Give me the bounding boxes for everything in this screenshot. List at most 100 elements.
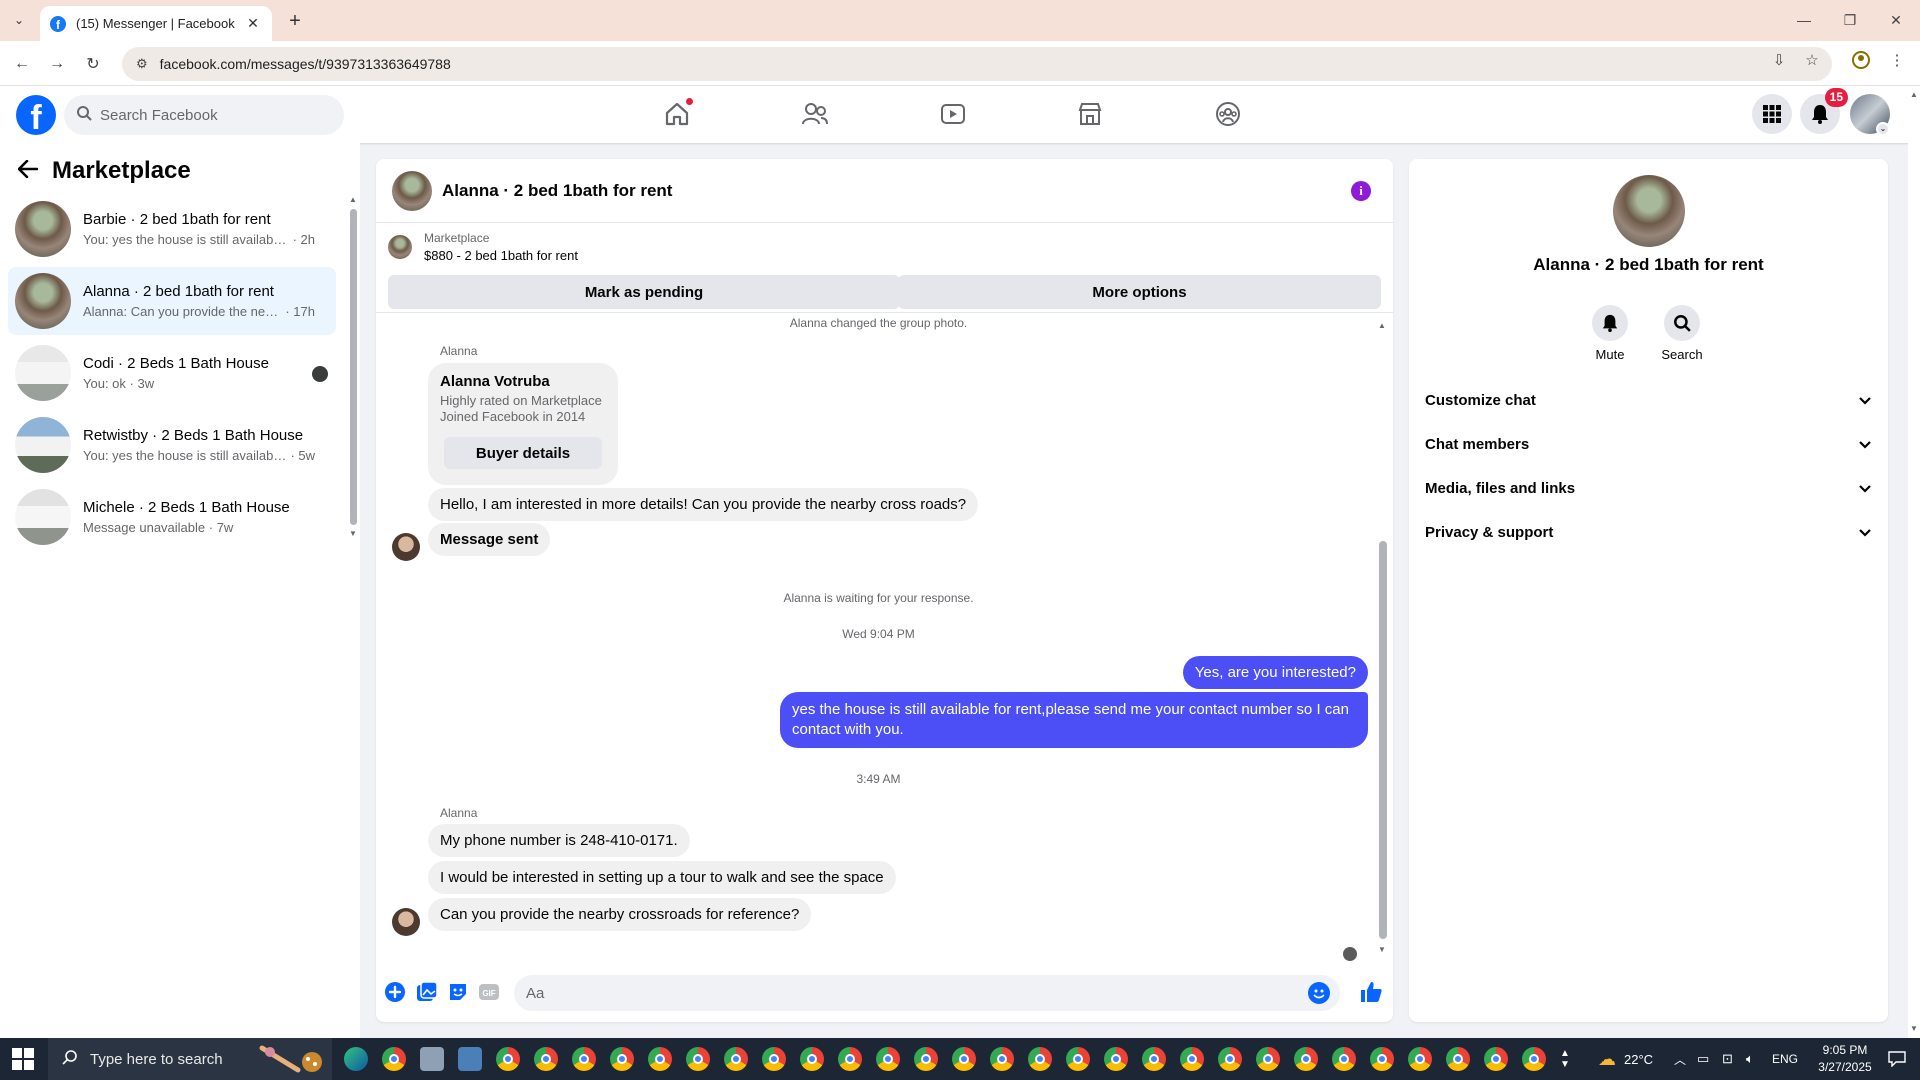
- chrome-taskbar-icon[interactable]: [1484, 1047, 1508, 1071]
- url-text[interactable]: facebook.com/messages/t/9397313363649788: [160, 56, 451, 72]
- meet-now-icon[interactable]: ▭: [1697, 1038, 1709, 1080]
- chrome-taskbar-icon[interactable]: [762, 1047, 786, 1071]
- outgoing-message[interactable]: yes the house is still available for ren…: [780, 692, 1368, 748]
- scroll-up-icon[interactable]: ▲: [349, 195, 357, 204]
- chrome-taskbar-icon[interactable]: [838, 1047, 862, 1071]
- chrome-taskbar-icon[interactable]: [648, 1047, 672, 1071]
- chrome-taskbar-icon[interactable]: [534, 1047, 558, 1071]
- nav-video-icon[interactable]: [938, 99, 968, 129]
- search-input[interactable]: [100, 106, 320, 124]
- file-explorer-taskbar-icon[interactable]: [458, 1047, 482, 1071]
- volume-icon[interactable]: 🔈︎: [1746, 1038, 1754, 1080]
- network-icon[interactable]: ⊡: [1722, 1038, 1733, 1080]
- edge-taskbar-icon[interactable]: [344, 1047, 368, 1071]
- chrome-taskbar-icon[interactable]: [876, 1047, 900, 1071]
- sidebar-scrollbar[interactable]: ▲ ▼: [349, 195, 357, 538]
- chrome-taskbar-icon[interactable]: [1256, 1047, 1280, 1071]
- chrome-taskbar-icon[interactable]: [572, 1047, 596, 1071]
- scroll-up-icon[interactable]: ▲: [1378, 321, 1386, 330]
- chat-members-section[interactable]: Chat members: [1425, 426, 1871, 462]
- chrome-taskbar-icon[interactable]: [1332, 1047, 1356, 1071]
- app-taskbar-icon[interactable]: [420, 1047, 444, 1071]
- weather-widget[interactable]: ☁ 22°C: [1598, 1038, 1653, 1080]
- new-tab-button[interactable]: +: [282, 9, 308, 33]
- chrome-taskbar-icon[interactable]: [686, 1047, 710, 1071]
- mute-button[interactable]: Mute: [1580, 305, 1640, 362]
- search-in-conversation-button[interactable]: Search: [1652, 305, 1712, 362]
- install-app-icon[interactable]: ⇩: [1766, 47, 1792, 73]
- media-files-links-section[interactable]: Media, files and links: [1425, 470, 1871, 506]
- chrome-taskbar-icon[interactable]: [1066, 1047, 1090, 1071]
- facebook-logo-icon[interactable]: f: [16, 95, 56, 135]
- chrome-taskbar-icon[interactable]: [610, 1047, 634, 1071]
- incoming-message[interactable]: Hello, I am interested in more details! …: [428, 488, 979, 521]
- sticker-icon[interactable]: [447, 981, 469, 1003]
- incoming-message[interactable]: I would be interested in setting up a to…: [428, 861, 896, 894]
- show-hidden-icons-icon[interactable]: ︿: [1674, 1038, 1686, 1080]
- chat-avatar[interactable]: [392, 170, 432, 211]
- chrome-taskbar-icon[interactable]: [1180, 1047, 1204, 1071]
- chrome-taskbar-icon[interactable]: [382, 1047, 406, 1071]
- scrollbar-thumb[interactable]: [1379, 541, 1387, 939]
- chrome-taskbar-icon[interactable]: [1446, 1047, 1470, 1071]
- chrome-taskbar-icon[interactable]: [1104, 1047, 1128, 1071]
- chrome-taskbar-icon[interactable]: [1142, 1047, 1166, 1071]
- listing-price-title[interactable]: $880 - 2 bed 1bath for rent: [424, 248, 578, 263]
- sender-avatar[interactable]: [392, 908, 420, 936]
- customize-chat-section[interactable]: Customize chat: [1425, 382, 1871, 418]
- chrome-taskbar-icon[interactable]: [952, 1047, 976, 1071]
- restore-button[interactable]: ❐: [1830, 8, 1870, 32]
- conversation-item[interactable]: Codi · 2 Beds 1 Bath House You: ok · 3w: [8, 339, 336, 407]
- forward-icon[interactable]: →: [44, 51, 70, 77]
- plus-circle-icon[interactable]: [384, 981, 406, 1003]
- menu-grid-button[interactable]: [1752, 94, 1792, 134]
- conversation-avatar[interactable]: [1613, 175, 1685, 247]
- photo-icon[interactable]: [416, 981, 438, 1003]
- privacy-support-section[interactable]: Privacy & support: [1425, 514, 1871, 550]
- incoming-message[interactable]: Message sent: [428, 523, 551, 556]
- taskbar-overflow-icon[interactable]: ▲ ▼: [1560, 1038, 1570, 1080]
- chevron-down-icon[interactable]: ⌄: [1876, 122, 1890, 136]
- conversation-item[interactable]: Barbie · 2 bed 1bath for rent You: yes t…: [8, 195, 336, 263]
- chrome-taskbar-icon[interactable]: [724, 1047, 748, 1071]
- language-indicator[interactable]: ENG: [1772, 1038, 1798, 1080]
- chrome-taskbar-icon[interactable]: [1408, 1047, 1432, 1071]
- nav-marketplace-icon[interactable]: [1075, 99, 1105, 129]
- nav-friends-icon[interactable]: [800, 99, 830, 129]
- chrome-taskbar-icon[interactable]: [990, 1047, 1014, 1071]
- more-options-button[interactable]: More options: [898, 275, 1381, 309]
- notification-center-icon[interactable]: [1888, 1038, 1906, 1080]
- nav-home-icon[interactable]: [662, 97, 694, 129]
- facebook-search[interactable]: [64, 95, 344, 135]
- chrome-taskbar-icon[interactable]: [1294, 1047, 1318, 1071]
- tab-search-dropdown-icon[interactable]: ⌄: [6, 8, 32, 32]
- message-input[interactable]: [526, 984, 1286, 1002]
- scroll-down-icon[interactable]: ▼: [1910, 1024, 1918, 1033]
- sender-avatar[interactable]: [392, 533, 420, 561]
- chat-scrollbar[interactable]: ▲ ▼: [1378, 321, 1388, 955]
- profile-icon[interactable]: [1848, 47, 1874, 73]
- listing-thumbnail[interactable]: [388, 235, 412, 259]
- notifications-button[interactable]: 15: [1800, 88, 1848, 134]
- buyer-details-button[interactable]: Buyer details: [444, 437, 602, 469]
- scroll-down-icon[interactable]: ▼: [1378, 945, 1386, 954]
- scroll-down-icon[interactable]: ▼: [349, 529, 357, 538]
- back-arrow-icon[interactable]: [17, 157, 39, 185]
- chrome-taskbar-icon[interactable]: [1370, 1047, 1394, 1071]
- info-icon[interactable]: i: [1351, 181, 1371, 201]
- outgoing-message[interactable]: Yes, are you interested?: [1182, 656, 1368, 689]
- browser-tab-messenger[interactable]: f (15) Messenger | Facebook ✕: [40, 6, 272, 41]
- conversation-item-active[interactable]: Alanna · 2 bed 1bath for rent Alanna: Ca…: [8, 267, 336, 335]
- close-tab-icon[interactable]: ✕: [244, 15, 262, 32]
- chrome-taskbar-icon[interactable]: [1218, 1047, 1242, 1071]
- bookmark-star-icon[interactable]: ☆: [1799, 47, 1825, 73]
- chrome-taskbar-icon[interactable]: [914, 1047, 938, 1071]
- chrome-taskbar-icon[interactable]: [496, 1047, 520, 1071]
- incoming-message[interactable]: My phone number is 248-410-0171.: [428, 824, 690, 857]
- conversation-item[interactable]: Michele · 2 Beds 1 Bath House Message un…: [8, 483, 336, 551]
- emoji-icon[interactable]: [1308, 982, 1330, 1004]
- minimize-button[interactable]: —: [1784, 8, 1824, 32]
- gif-icon[interactable]: GIF: [478, 981, 500, 1003]
- windows-start-icon[interactable]: [12, 1048, 34, 1070]
- scrollbar-thumb[interactable]: [350, 209, 357, 525]
